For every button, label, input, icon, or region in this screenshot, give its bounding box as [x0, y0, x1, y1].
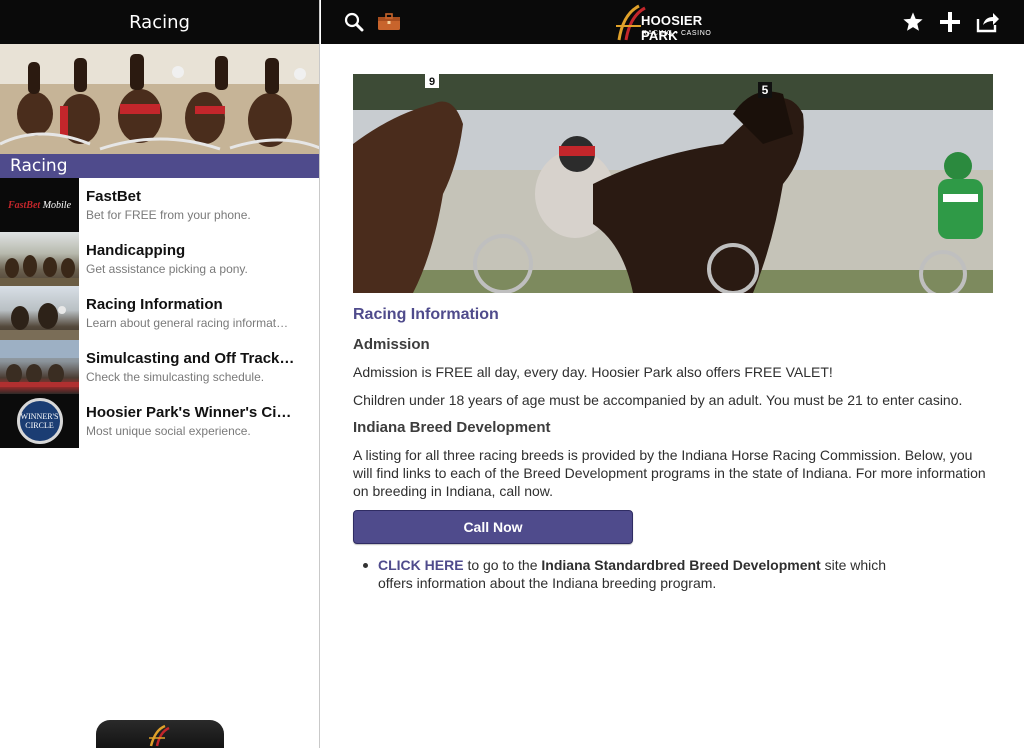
- sidebar-item-subtitle: Learn about general racing informat…: [86, 316, 289, 330]
- sidebar-item-subtitle: Get assistance picking a pony.: [86, 262, 248, 276]
- sidebar-title: Racing: [129, 11, 190, 33]
- sidebar-item-simulcasting[interactable]: Simulcasting and Off Track… Check the si…: [0, 340, 319, 394]
- link-text-mid: to go to the: [463, 557, 542, 573]
- sidebar-item-winners-circle[interactable]: WINNER'S CIRCLE Hoosier Park's Winner's …: [0, 394, 319, 448]
- link-text-bold: Indiana Standardbred Breed Development: [541, 557, 821, 573]
- sidebar-item-handicapping[interactable]: Handicapping Get assistance picking a po…: [0, 232, 319, 286]
- sidebar-item-subtitle: Bet for FREE from your phone.: [86, 208, 251, 222]
- sidebar-hero-image: [0, 44, 319, 154]
- call-now-button[interactable]: Call Now: [353, 510, 633, 544]
- sidebar-item-subtitle: Most unique social experience.: [86, 424, 251, 438]
- sidebar-item-title: FastBet: [86, 188, 142, 205]
- sidebar-item-fastbet[interactable]: FastBet Mobile FastBet Bet for FREE from…: [0, 178, 319, 232]
- harness-racing-illustration: [0, 44, 319, 154]
- breed-development-heading: Indiana Breed Development: [353, 419, 551, 436]
- share-icon[interactable]: [975, 10, 1001, 34]
- admission-paragraph-2: Children under 18 years of age must be a…: [353, 392, 963, 408]
- sidebar-header: Racing: [0, 0, 319, 44]
- top-toolbar: HOOSIER PARK RACING • CASINO: [321, 0, 1024, 44]
- admission-heading: Admission: [353, 336, 430, 353]
- plus-icon[interactable]: [938, 10, 962, 34]
- hoosier-park-logo[interactable]: HOOSIER PARK RACING • CASINO: [611, 2, 735, 43]
- hoosier-park-logo-icon: [149, 724, 170, 747]
- sidebar-item-title: Handicapping: [86, 242, 186, 259]
- app-window: Racing Racing FastBet Mobile FastBet Bet…: [0, 0, 1024, 748]
- search-icon[interactable]: [343, 10, 365, 34]
- winners-circle-seal: WINNER'S CIRCLE: [16, 398, 63, 444]
- list-item: CLICK HERE to go to the Indiana Standard…: [363, 556, 898, 592]
- racing-information-thumbnail: [0, 286, 79, 340]
- admission-paragraph-1: Admission is FREE all day, every day. Ho…: [353, 364, 833, 380]
- hero-image: 9 5: [353, 74, 993, 293]
- star-icon[interactable]: [901, 10, 925, 34]
- sidebar-item-title: Hoosier Park's Winner's Ci…: [86, 404, 292, 421]
- sidebar-item-title: Racing Information: [86, 296, 223, 313]
- briefcase-icon[interactable]: [376, 10, 402, 34]
- hero-number-plate: 9: [429, 76, 435, 88]
- sidebar-item-subtitle: Check the simulcasting schedule.: [86, 370, 265, 384]
- sidebar: Racing Racing FastBet Mobile FastBet Bet…: [0, 0, 320, 748]
- harness-racing-photo: 9 5: [353, 74, 993, 293]
- fastbet-brand-suffix: Mobile: [42, 199, 72, 211]
- logo-title: HOOSIER PARK: [641, 13, 703, 43]
- bottom-home-tab[interactable]: [96, 720, 224, 748]
- sidebar-item-title: Simulcasting and Off Track…: [86, 350, 295, 367]
- winners-circle-brand: WINNER'S CIRCLE: [20, 412, 59, 430]
- main-content: 9 5 Racing Information Admission Admissi…: [321, 44, 1024, 748]
- logo-subtitle: RACING • CASINO: [642, 30, 712, 37]
- winners-circle-thumbnail: WINNER'S CIRCLE: [0, 394, 79, 448]
- fastbet-thumbnail: FastBet Mobile: [0, 178, 79, 232]
- article: Racing Information Admission Admission i…: [353, 306, 993, 592]
- page-title: Racing Information: [353, 306, 499, 323]
- hero-number-plate: 5: [762, 83, 769, 97]
- click-here-link[interactable]: CLICK HERE: [378, 557, 464, 573]
- link-list: CLICK HERE to go to the Indiana Standard…: [353, 556, 993, 592]
- breed-development-paragraph: A listing for all three racing breeds is…: [353, 447, 986, 499]
- simulcasting-thumbnail: [0, 340, 79, 394]
- fastbet-brand: FastBet: [7, 199, 41, 211]
- sidebar-item-racing-information[interactable]: Racing Information Learn about general r…: [0, 286, 319, 340]
- section-band: Racing: [0, 154, 319, 178]
- handicapping-thumbnail: [0, 232, 79, 286]
- section-title: Racing: [10, 156, 68, 176]
